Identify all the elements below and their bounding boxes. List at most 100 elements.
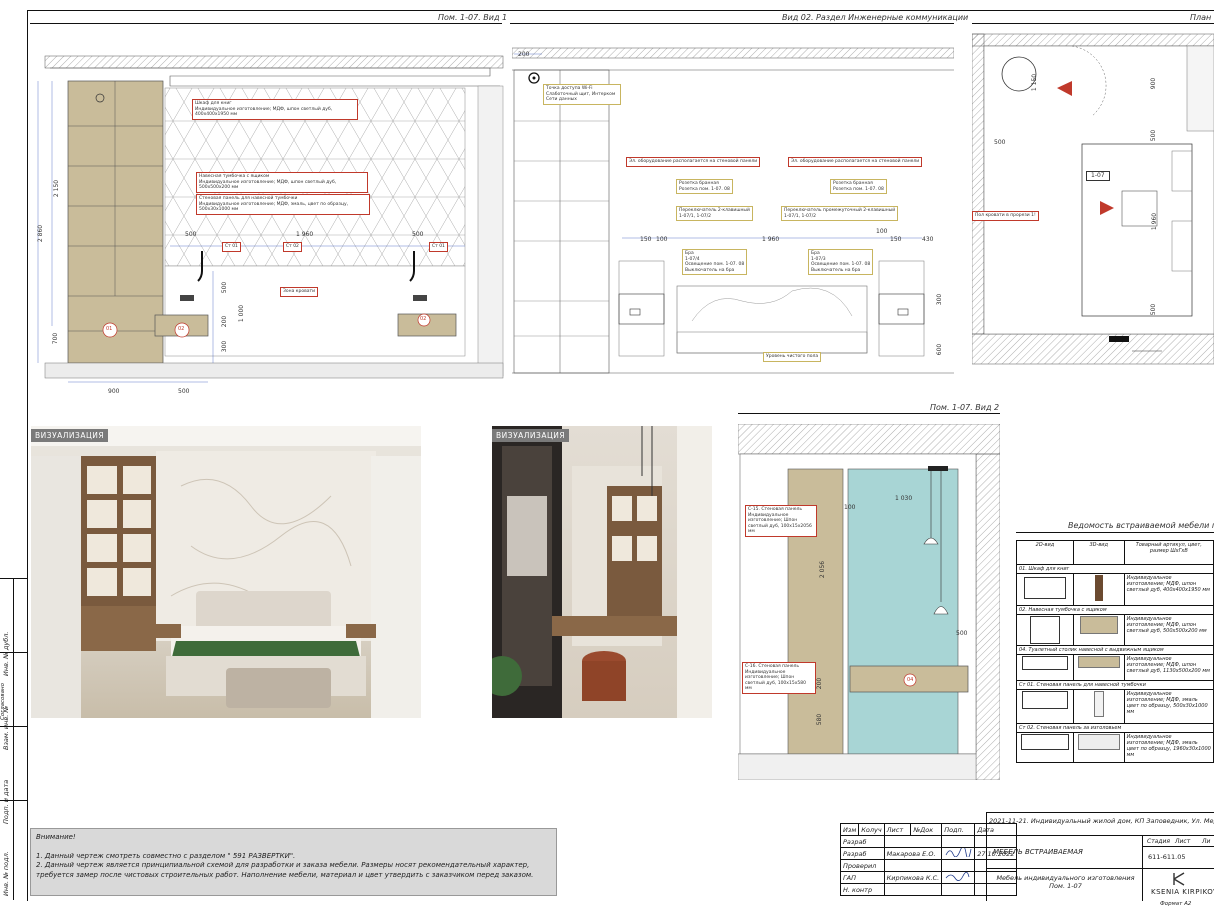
spec-desc-2: Индивидуальное изготовление; МДФ, шпон с…	[1123, 614, 1214, 646]
spec-2d-5	[1016, 732, 1074, 763]
view1-dim-700: 700	[52, 332, 60, 345]
plan-dim-900: 900	[1150, 77, 1158, 90]
view2-note-wifi: Точка доступа Wi-Fi Слаботочный щит, Инт…	[543, 84, 621, 105]
spec-3d-5	[1072, 732, 1125, 763]
view4-elevation	[738, 424, 1000, 780]
view1-dim-900: 900	[108, 388, 120, 395]
attention-line2: 2. Данный чертеж является принципиальной…	[36, 861, 534, 879]
view2-note-switch-left: Переключатель 2-клавишный 1-07/1, 1-07/2	[676, 206, 753, 221]
view1-tag-02b: 02	[420, 316, 427, 322]
stamp-role-1: Разраб	[840, 835, 885, 848]
spec-3d-2	[1072, 614, 1125, 646]
view1-dim-1960: 1 960	[296, 231, 314, 238]
side-label-podp-data: Подп. и дата	[2, 779, 10, 824]
stamp-role-5: Н. контр	[840, 883, 885, 896]
spec-desc-4: Индивидуальное изготовление; МДФ, эмаль …	[1123, 689, 1214, 724]
view1-note-nightstand: Навесная тумбочка с ящиком Индивидуально…	[196, 172, 368, 193]
stamp-sheet-title: Мебель индивидуального изготовления Пом.…	[996, 874, 1135, 890]
view2-dim-430: 430	[922, 236, 934, 243]
stamp-col-koluch: Колуч	[858, 823, 885, 836]
view1-dim-300: 300	[221, 340, 229, 353]
spec-3d-1	[1072, 573, 1125, 606]
plan-dim-1150: 1 150	[1031, 73, 1039, 92]
view4-title: Пом. 1-07. Вид 2	[930, 403, 1000, 412]
view1-dim-1000: 1 000	[238, 304, 246, 323]
spec-section-3: 04. Туалетный столик навесной с выдвижны…	[1016, 645, 1214, 655]
stamp-name-4: Кирпикова К.С.	[883, 871, 943, 884]
view2-note-floor: Уровень чистого пола	[763, 352, 822, 362]
spec-header-2d: 2D-вид	[1016, 540, 1074, 565]
view4-tag-04: 04	[907, 677, 914, 683]
stamp-project: 2021-11-21. Индивидуальный жилой дом, КП…	[989, 817, 1214, 825]
view2-note-switch-right: Переключатель промежуточный 2-клавишный …	[781, 206, 899, 221]
view4-dim-200: 200	[816, 677, 824, 690]
view2-dim-150a: 150	[640, 236, 652, 243]
specs-title: Ведомость встраиваемой мебели по	[1068, 521, 1214, 530]
view2-note-equip-left: Эл. оборудование располагается на стенов…	[626, 157, 761, 167]
view1-dim-500c: 500	[221, 281, 229, 294]
view2-dim-1960: 1 960	[762, 236, 780, 243]
plan-dim-1960: 1 960	[1151, 212, 1159, 231]
view2-title: Вид 02. Раздел Инженерные коммуникации	[782, 13, 969, 22]
visualization-label-2: ВИЗУАЛИЗАЦИЯ	[492, 429, 570, 442]
stamp-role-2: Разраб	[840, 847, 885, 860]
signature-2	[941, 871, 976, 884]
stamp-col-podp: Подп.	[941, 823, 976, 836]
stamp-section-title: МЕБЕЛЬ ВСТРАИВАЕМАЯ	[993, 848, 1083, 856]
view4-note-c15: С-15. Стеновая панель Индивидуальное изг…	[745, 505, 817, 537]
view4-note-c16: С-16. Стеновая панель Индивидуальное изг…	[742, 662, 816, 694]
view2-note-socket-left: Розетка бранная Розетка пом. 1-07. 08	[676, 179, 733, 194]
stamp-sheet-value: 611-611.05	[1148, 853, 1186, 861]
view2-dim-100b: 100	[876, 228, 888, 235]
attention-title: Внимание!	[36, 833, 76, 841]
stamp-role-3: Проверил	[840, 859, 885, 872]
plan-dim-500b: 500	[1150, 129, 1158, 142]
view1-bed-zone: Зона кровати	[280, 287, 319, 297]
view1-tag-02: 02	[178, 326, 185, 332]
visualization-label-1: ВИЗУАЛИЗАЦИЯ	[31, 429, 109, 442]
view1-dim-500a: 500	[185, 231, 197, 238]
view1-tag-st02: Ст 02	[283, 242, 302, 252]
signature-1	[941, 846, 976, 860]
spec-section-1: 01. Шкаф для книг	[1016, 564, 1214, 574]
spec-3d-4	[1072, 689, 1125, 724]
stamp-col-izm: Изм	[839, 823, 860, 836]
view2-note-socket-right: Розетка бранная Розетка пом. 1-07. 08	[830, 179, 887, 194]
spec-header-3d: 3D-вид	[1072, 540, 1125, 565]
side-label-inv-podl: Инв. № подл.	[2, 851, 10, 896]
stamp-col-ndok: №Док	[910, 823, 943, 836]
stamp-name-2: Макарова Е.О.	[883, 847, 943, 860]
format-label: Формат А2	[1160, 901, 1192, 907]
view1-dim-2150: 2 150	[53, 179, 61, 198]
view1-dim-500b: 500	[412, 231, 424, 238]
visualization-vanity	[492, 426, 712, 718]
view4-dim-100: 100	[844, 504, 856, 511]
view2-dim-100a: 100	[656, 236, 668, 243]
stamp-role-4: ГАП	[840, 871, 885, 884]
view1-dim-500d: 500	[178, 388, 190, 395]
spec-2d-1	[1016, 573, 1074, 606]
spec-desc-1: Индивидуальное изготовление; МДФ, шпон с…	[1123, 573, 1214, 606]
stamp-stage-label: Стадия	[1147, 838, 1171, 845]
attention-line1: 1. Данный чертеж смотреть совместно с ра…	[36, 851, 296, 860]
view4-dim-500: 500	[956, 630, 968, 637]
stamp-main: 2021-11-21. Индивидуальный жилой дом, КП…	[986, 812, 1214, 901]
view1-title: Пом. 1-07. Вид 1	[438, 13, 508, 22]
view4-dim-1030: 1 030	[895, 495, 913, 502]
view2-dim-150b: 150	[890, 236, 902, 243]
stamp-sheet-label: Лист	[1175, 838, 1191, 845]
spec-section-2: 02. Навесная тумбочка с ящиком	[1016, 605, 1214, 615]
view4-dim-2056: 2 056	[819, 560, 827, 579]
spec-section-4: Ст 01. Стеновая панель для навесной тумб…	[1016, 680, 1214, 690]
plan-dim-500a: 500	[994, 139, 1006, 146]
view2-note-bra-left: Бра 1-07/4 Освещение пом. 1-07. 08 Выклю…	[682, 249, 748, 275]
view2-dim-300: 300	[936, 293, 944, 306]
spec-desc-5: Индивидуальное изготовление; МДФ, эмаль …	[1123, 732, 1214, 763]
view1-note-wallpanel: Стеновая панель для навесной тумбочки Ин…	[196, 194, 370, 215]
view2-elevation	[512, 47, 954, 374]
view2-dim-200: 200	[518, 51, 530, 58]
view1-tag-st01b: Ст 01	[429, 242, 448, 252]
stamp-sheets-label: Ли	[1202, 838, 1211, 845]
view1-dim-2860: 2 860	[37, 224, 45, 243]
plan-note: Пол кровати в прорези 1!	[972, 211, 1039, 221]
